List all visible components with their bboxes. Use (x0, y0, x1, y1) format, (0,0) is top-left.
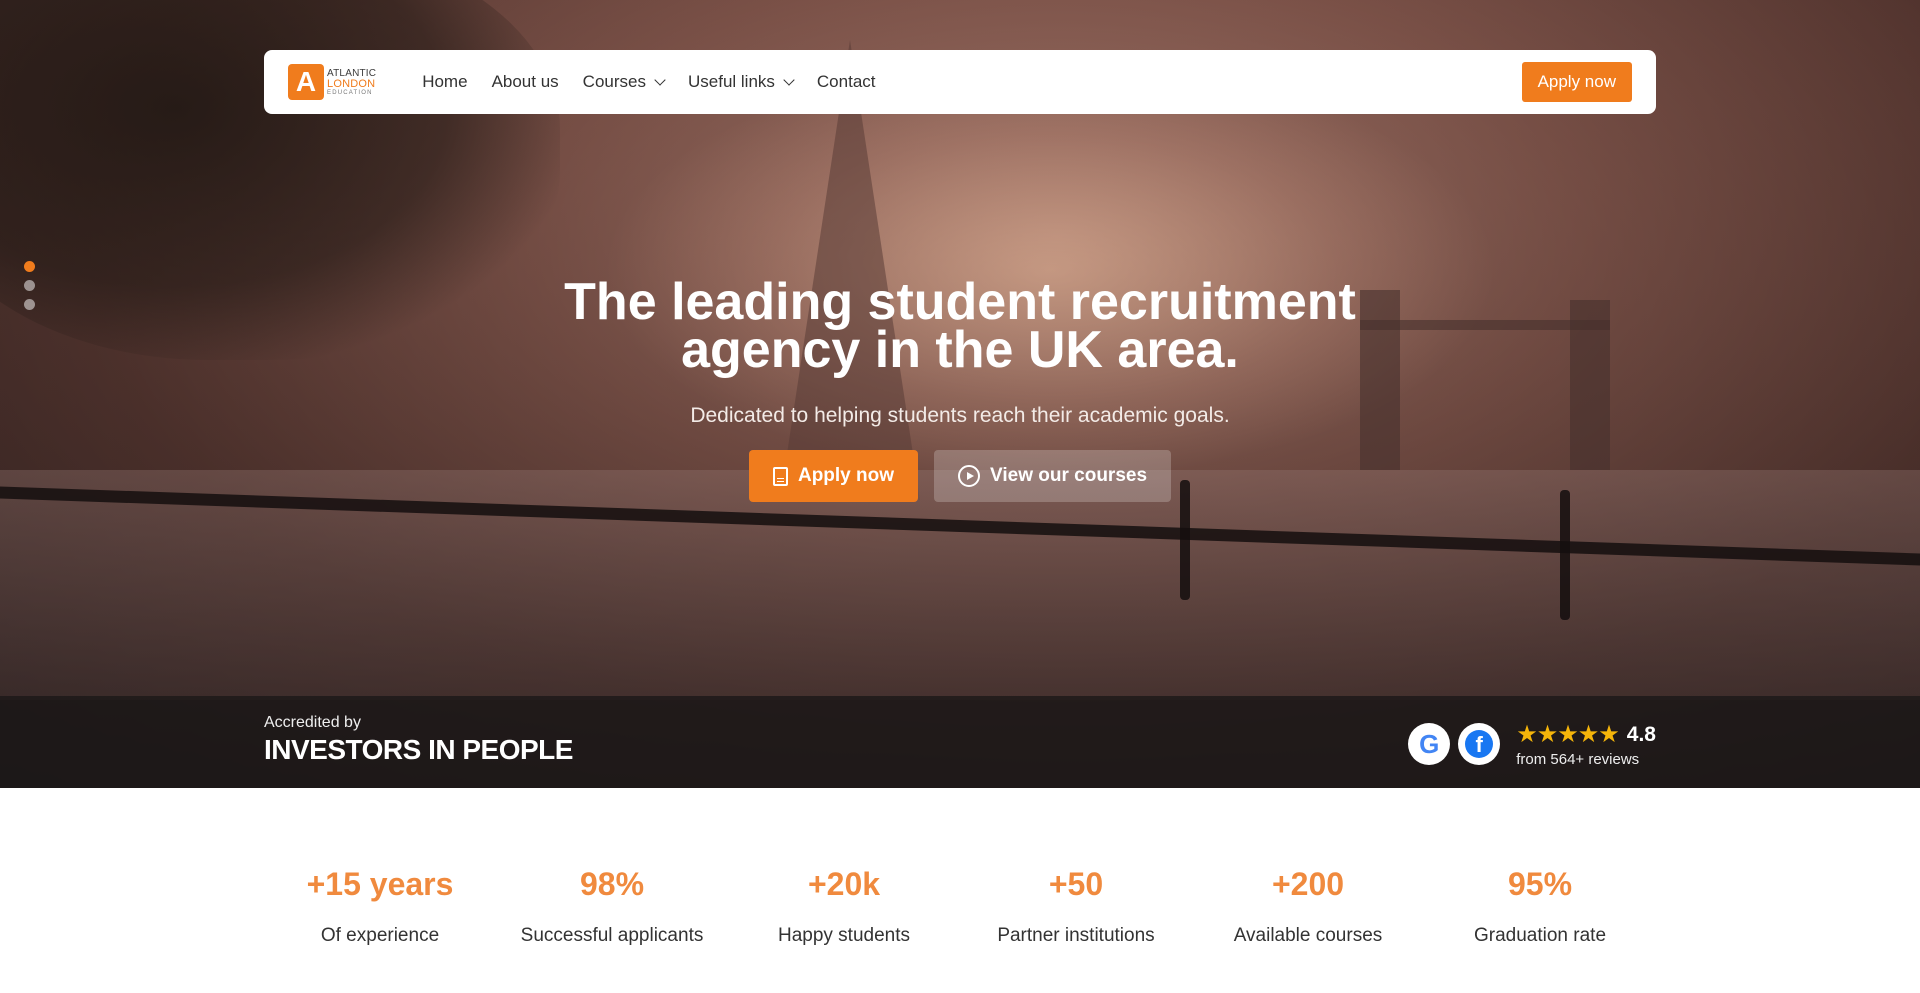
stat-value: 98% (579, 866, 645, 902)
stat-label: Partner institutions (997, 925, 1155, 946)
view-courses-button-label: View our courses (990, 465, 1148, 486)
rating-value: 4.8 (1626, 722, 1656, 746)
logo-wordmark: ATLANTIC LONDON EDUCATION (327, 67, 377, 96)
stat-label: Happy students (777, 925, 911, 946)
hero-buttons: Apply now View our courses (0, 450, 1920, 502)
hero-subtitle: Dedicated to helping students reach thei… (690, 404, 1230, 427)
logo[interactable]: A ATLANTIC LONDON EDUCATION (288, 64, 376, 100)
nav-link-label: Useful links (687, 72, 775, 91)
logo-line-3: EDUCATION (327, 89, 373, 96)
reviews-summary: G f ★★★★★ 4.8 from 564+ reviews (1408, 720, 1656, 768)
logo-mark: A (288, 64, 324, 100)
hero-section: A ATLANTIC LONDON EDUCATION Home About u… (0, 0, 1920, 788)
stat-item: +15 years Of experience (264, 866, 496, 947)
accreditation: Accredited by INVESTORS IN PEOPLE (264, 714, 573, 766)
google-badge[interactable]: G (1408, 723, 1451, 765)
facebook-badge[interactable]: f (1458, 723, 1501, 765)
stat-value: 95% (1507, 866, 1573, 902)
nav-link-label: Contact (816, 72, 876, 91)
stat-item: +20k Happy students (728, 866, 960, 947)
accreditation-label: Accredited by (264, 714, 361, 731)
nav-link-useful-links[interactable]: Useful links (687, 72, 795, 92)
rating-block: ★★★★★ 4.8 from 564+ reviews (1516, 720, 1656, 768)
nav-links: Home About us Courses Useful links Conta… (422, 72, 875, 92)
stat-value: +200 (1271, 866, 1345, 902)
nav-link-about-us[interactable]: About us (492, 72, 559, 92)
hero-title: The leading student recruitment agency i… (564, 273, 1356, 379)
stat-item: +200 Available courses (1192, 866, 1424, 947)
chevron-down-icon (783, 73, 795, 86)
hero-apply-button[interactable]: Apply now (748, 450, 919, 502)
logo-line-1: ATLANTIC (327, 67, 377, 79)
stat-label: Available courses (1233, 925, 1383, 946)
stat-item: 95% Graduation rate (1424, 866, 1656, 947)
stat-item: +50 Partner institutions (960, 866, 1192, 947)
nav-link-label: About us (491, 72, 559, 91)
document-icon (772, 466, 788, 486)
trust-strip: Accredited by INVESTORS IN PEOPLE G f ★★… (0, 696, 1920, 788)
play-circle-icon (958, 465, 981, 487)
stat-item: 98% Successful applicants (496, 866, 728, 947)
google-icon: G (1419, 728, 1440, 759)
stat-label: Of experience (320, 925, 440, 946)
logo-line-2: LONDON (327, 77, 376, 90)
stats-section: +15 years Of experience 98% Successful a… (264, 866, 1656, 947)
slider-dot-1[interactable] (24, 261, 35, 272)
investors-in-people-logo: INVESTORS IN PEOPLE (264, 734, 573, 765)
nav-link-contact[interactable]: Contact (817, 72, 876, 92)
nav-link-home[interactable]: Home (422, 72, 467, 92)
navbar: A ATLANTIC LONDON EDUCATION Home About u… (264, 50, 1656, 114)
hero-content: The leading student recruitment agency i… (0, 273, 1920, 502)
hero-apply-button-label: Apply now (797, 465, 895, 486)
facebook-icon: f (1465, 730, 1494, 758)
review-count: from 564+ reviews (1516, 751, 1640, 768)
rating-row: ★★★★★ 4.8 (1516, 720, 1656, 749)
nav-link-label: Courses (582, 72, 646, 91)
star-rating-icon: ★★★★★ (1516, 721, 1620, 748)
nav-link-label: Home (422, 72, 468, 91)
stat-value: +20k (807, 866, 881, 902)
nav-link-courses[interactable]: Courses (582, 72, 666, 92)
chevron-down-icon (654, 73, 666, 86)
hero-background-railing-post (1560, 490, 1570, 620)
stat-label: Successful applicants (520, 925, 704, 946)
stat-value: +15 years (306, 866, 454, 902)
stat-label: Graduation rate (1473, 925, 1607, 946)
nav-apply-button[interactable]: Apply now (1521, 62, 1632, 102)
stat-value: +50 (1048, 866, 1104, 902)
view-courses-button[interactable]: View our courses (934, 450, 1172, 502)
